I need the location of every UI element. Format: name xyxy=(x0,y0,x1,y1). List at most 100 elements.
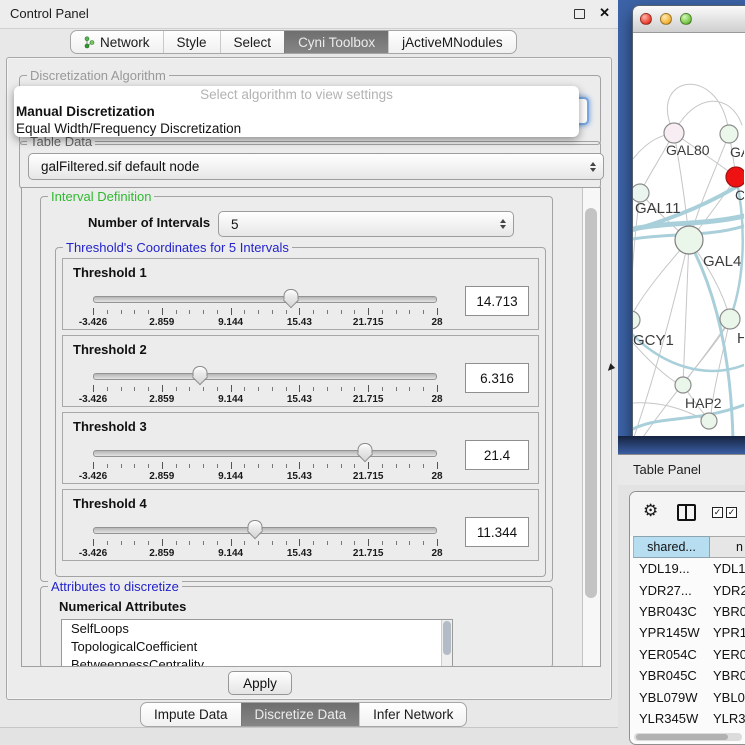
slider-track[interactable] xyxy=(93,527,437,534)
close-icon[interactable]: ✕ xyxy=(599,5,610,21)
slider-thumb[interactable] xyxy=(357,443,372,460)
cell-name: YER0 xyxy=(708,647,745,662)
attribute-item-topologicalcoefficient[interactable]: TopologicalCoefficient xyxy=(62,638,452,656)
threshold-slider[interactable]: -3.4262.8599.14415.4321.71528 xyxy=(93,522,437,558)
tick-mark xyxy=(368,462,369,469)
cell-name: YPR1 xyxy=(708,625,745,640)
tick-mark xyxy=(148,310,149,314)
close-traffic-light-icon[interactable] xyxy=(640,13,652,25)
network-view-window[interactable]: GAL80GACGAL11GAL4GCY1HHAP2 xyxy=(632,5,745,441)
threshold-value-field[interactable]: 11.344 xyxy=(465,517,529,547)
network-nodes[interactable] xyxy=(633,123,744,429)
attribute-item-selfloops[interactable]: SelfLoops xyxy=(62,620,452,638)
tab-impute-data[interactable]: Impute Data xyxy=(141,703,241,726)
tick-mark xyxy=(396,541,397,545)
tick-mark xyxy=(244,464,245,468)
scrollbar-thumb[interactable] xyxy=(443,621,451,655)
gear-icon[interactable]: ⚙ xyxy=(643,502,658,519)
table-row[interactable]: YLR345WYLR3 xyxy=(633,708,745,729)
tab-style[interactable]: Style xyxy=(163,31,220,53)
vertical-scrollbar[interactable] xyxy=(582,188,600,666)
table-row[interactable]: YBL079WYBL0 xyxy=(633,686,745,707)
network-node-gal80[interactable] xyxy=(664,123,684,143)
threshold-slider[interactable]: -3.4262.8599.14415.4321.71528 xyxy=(93,445,437,481)
tab-select[interactable]: Select xyxy=(220,31,285,53)
table-row[interactable]: YDL19...YDL1 xyxy=(633,558,745,579)
scale-label: 28 xyxy=(431,548,442,559)
tick-mark xyxy=(231,539,232,546)
slider-scale-labels: -3.4262.8599.14415.4321.71528 xyxy=(93,317,437,328)
tick-mark xyxy=(286,310,287,314)
slider-track[interactable] xyxy=(93,450,437,457)
tick-mark xyxy=(244,541,245,545)
tick-mark xyxy=(272,464,273,468)
split-panel-icon[interactable] xyxy=(677,504,696,521)
network-node-h[interactable] xyxy=(720,309,740,329)
tab-network[interactable]: Network xyxy=(71,31,163,53)
network-node-gal4[interactable] xyxy=(675,226,703,254)
table-row[interactable]: YIL052CYIL0 xyxy=(633,729,745,732)
tick-mark xyxy=(176,387,177,391)
cell-shared-name: YBR045C xyxy=(633,668,708,683)
float-window-icon[interactable] xyxy=(574,9,585,19)
scrollbar-thumb[interactable] xyxy=(636,734,728,740)
tick-mark xyxy=(121,464,122,468)
slider-track[interactable] xyxy=(93,373,437,380)
attribute-item-betweennesscentrality[interactable]: BetweennessCentrality xyxy=(62,656,452,667)
scale-label: 2.859 xyxy=(149,317,174,328)
table-row[interactable]: YDR27...YDR2 xyxy=(633,579,745,600)
network-node-gcy1[interactable] xyxy=(633,311,640,329)
horizontal-scrollbar[interactable] xyxy=(634,733,742,741)
tick-mark xyxy=(437,462,438,469)
numerical-attributes-list[interactable]: SelfLoopsTopologicalCoefficientBetweenne… xyxy=(61,619,453,667)
column-header-shared-name[interactable]: shared... xyxy=(633,536,710,558)
cell-name: YDR2 xyxy=(708,583,745,598)
num-intervals-select[interactable]: 5 xyxy=(218,211,514,237)
tab-infer-network[interactable]: Infer Network xyxy=(359,703,466,726)
slider-thumb[interactable] xyxy=(284,289,299,306)
dropdown-option-equal-width-frequency-discretization[interactable]: Equal Width/Frequency Discretization xyxy=(14,120,579,137)
tick-mark xyxy=(272,387,273,391)
dropdown-option-manual-discretization[interactable]: Manual Discretization xyxy=(14,103,579,120)
network-node-ga[interactable] xyxy=(720,125,738,143)
tab-jactivemnodules[interactable]: jActiveMNodules xyxy=(388,31,516,53)
table-row[interactable]: YBR043CYBR0 xyxy=(633,601,745,622)
slider-track[interactable] xyxy=(93,296,437,303)
checkbox-select-all-icon[interactable]: ✓ xyxy=(726,507,737,518)
tick-mark xyxy=(134,541,135,545)
threshold-value-field[interactable]: 21.4 xyxy=(465,440,529,470)
list-scrollbar[interactable] xyxy=(441,620,452,666)
tick-mark xyxy=(327,387,328,391)
tab-discretize-data[interactable]: Discretize Data xyxy=(241,703,360,726)
table-row[interactable]: YBR045CYBR0 xyxy=(633,665,745,686)
checkbox-select-icon[interactable]: ✓ xyxy=(712,507,723,518)
table-row[interactable]: YPR145WYPR1 xyxy=(633,622,745,643)
threshold-list: Threshold 1-3.4262.8599.14415.4321.71528… xyxy=(56,258,545,566)
minimize-traffic-light-icon[interactable] xyxy=(660,13,672,25)
tick-mark xyxy=(203,310,204,314)
threshold-slider[interactable]: -3.4262.8599.14415.4321.71528 xyxy=(93,368,437,404)
network-window-titlebar[interactable] xyxy=(633,6,745,33)
table-data-select[interactable]: galFiltered.sif default node xyxy=(28,153,604,180)
scale-label: 21.715 xyxy=(353,317,384,328)
network-node[interactable] xyxy=(701,413,717,429)
slider-thumb[interactable] xyxy=(192,366,207,383)
threshold-slider[interactable]: -3.4262.8599.14415.4321.71528 xyxy=(93,291,437,327)
tab-cyni-toolbox[interactable]: Cyni Toolbox xyxy=(284,31,388,53)
node-label: HAP2 xyxy=(685,395,722,411)
threshold-value-field[interactable]: 14.713 xyxy=(465,286,529,316)
threshold-value-field[interactable]: 6.316 xyxy=(465,363,529,393)
network-node-hap2[interactable] xyxy=(675,377,691,393)
slider-thumb[interactable] xyxy=(247,520,262,537)
tick-mark xyxy=(396,464,397,468)
zoom-traffic-light-icon[interactable] xyxy=(680,13,692,25)
apply-button[interactable]: Apply xyxy=(228,671,292,695)
column-header-name[interactable]: n xyxy=(710,536,745,558)
scrollbar-thumb[interactable] xyxy=(585,208,597,598)
network-canvas[interactable]: GAL80GACGAL11GAL4GCY1HHAP2 xyxy=(633,33,745,440)
tick-mark xyxy=(382,310,383,314)
network-node-c[interactable] xyxy=(726,167,744,187)
tick-mark xyxy=(368,539,369,546)
tick-mark xyxy=(272,310,273,314)
table-row[interactable]: YER054CYER0 xyxy=(633,644,745,665)
